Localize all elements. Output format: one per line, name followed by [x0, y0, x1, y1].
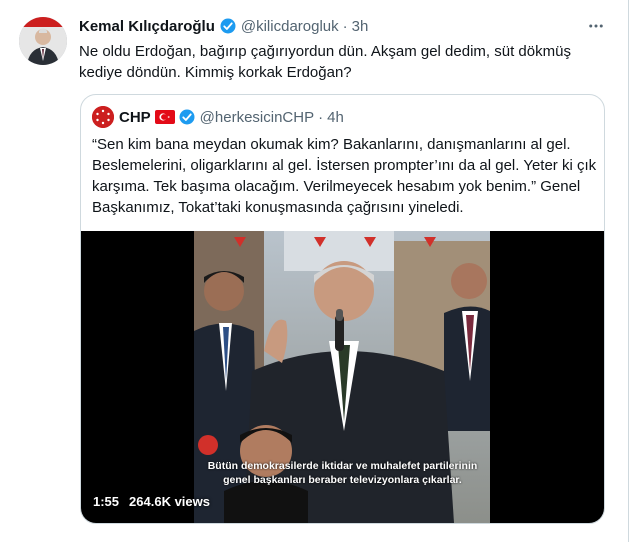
- author-name[interactable]: Kemal Kılıçdaroğlu: [79, 18, 215, 35]
- chp-logo-icon[interactable]: [92, 106, 114, 128]
- author-handle[interactable]: @kilicdarogluk: [241, 18, 339, 35]
- quoted-tweet-text: “Sen kim bana meydan okumak kim? Bakanla…: [92, 136, 597, 216]
- quoted-tweet-time[interactable]: 4h: [327, 109, 344, 126]
- author-avatar[interactable]: [19, 17, 67, 65]
- video-caption-line: genel başkanları beraber televizyonlara …: [223, 474, 462, 486]
- quoted-tweet[interactable]: CHP @herkesicinCHP · 4h “Sen kim bana me…: [80, 94, 605, 524]
- quoted-author-handle[interactable]: @herkesicinCHP: [200, 109, 314, 126]
- separator-dot: ·: [342, 17, 348, 35]
- verified-badge-icon: [219, 17, 237, 35]
- video-duration: 1:55: [93, 494, 120, 509]
- video-meta: 1:55 264.6K views: [93, 494, 210, 509]
- tweet-text: Ne oldu Erdoğan, bağırıp çağırıyordun dü…: [79, 43, 571, 81]
- column-divider: [628, 0, 629, 542]
- tweet-time[interactable]: 3h: [352, 18, 369, 35]
- separator-dot: ·: [318, 108, 324, 126]
- verified-badge-icon: [178, 108, 196, 126]
- video-caption: Bütün demokrasilerde iktidar ve muhalefe…: [81, 459, 604, 487]
- video-player[interactable]: Bütün demokrasilerde iktidar ve muhalefe…: [81, 231, 604, 523]
- turkey-flag-icon: [154, 110, 175, 124]
- tweet-card[interactable]: Kemal Kılıçdaroğlu @kilicdarogluk · 3h N…: [0, 0, 628, 542]
- quoted-tweet-header: CHP @herkesicinCHP · 4h: [92, 106, 344, 128]
- tweet-header: Kemal Kılıçdaroğlu @kilicdarogluk · 3h: [79, 15, 368, 37]
- quoted-author-name[interactable]: CHP: [119, 109, 151, 126]
- video-views: 264.6K views: [129, 494, 210, 509]
- video-caption-line: Bütün demokrasilerde iktidar ve muhalefe…: [207, 460, 478, 472]
- more-horizontal-icon[interactable]: [586, 16, 606, 36]
